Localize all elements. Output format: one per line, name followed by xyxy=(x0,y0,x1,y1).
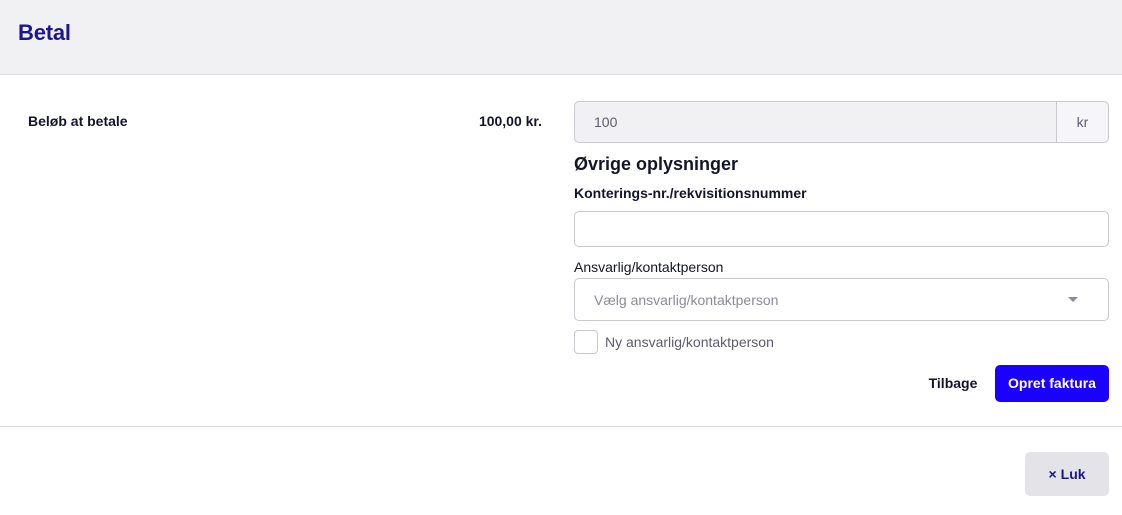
amount-unit-addon: kr xyxy=(1056,101,1109,143)
create-invoice-button[interactable]: Opret faktura xyxy=(995,365,1109,402)
payment-modal: Betal Beløb at betale 100,00 kr. 100 kr … xyxy=(0,0,1122,515)
amount-input-group: 100 kr xyxy=(574,101,1109,143)
amount-label: Beløb at betale xyxy=(28,113,128,129)
modal-header: Betal xyxy=(0,0,1122,75)
contact-person-label: Ansvarlig/kontaktperson xyxy=(574,259,724,275)
contact-person-placeholder: Vælg ansvarlig/kontaktperson xyxy=(594,292,779,308)
new-contact-label[interactable]: Ny ansvarlig/kontaktperson xyxy=(605,334,774,350)
reference-number-input[interactable] xyxy=(574,211,1109,247)
close-button[interactable]: × Luk xyxy=(1025,452,1109,496)
footer-divider xyxy=(0,426,1122,427)
close-button-label: Luk xyxy=(1060,466,1086,482)
modal-title: Betal xyxy=(18,20,71,45)
amount-value: 100,00 kr. xyxy=(478,113,542,129)
contact-person-select[interactable]: Vælg ansvarlig/kontaktperson xyxy=(574,278,1109,321)
close-icon: × xyxy=(1048,466,1057,482)
back-button[interactable]: Tilbage xyxy=(918,365,988,401)
new-contact-checkbox[interactable] xyxy=(574,330,598,354)
other-info-heading: Øvrige oplysninger xyxy=(574,154,739,174)
reference-number-label: Konterings-nr./rekvisitionsnummer xyxy=(574,185,807,201)
chevron-down-icon xyxy=(1068,297,1078,302)
amount-input[interactable]: 100 xyxy=(574,101,1056,143)
